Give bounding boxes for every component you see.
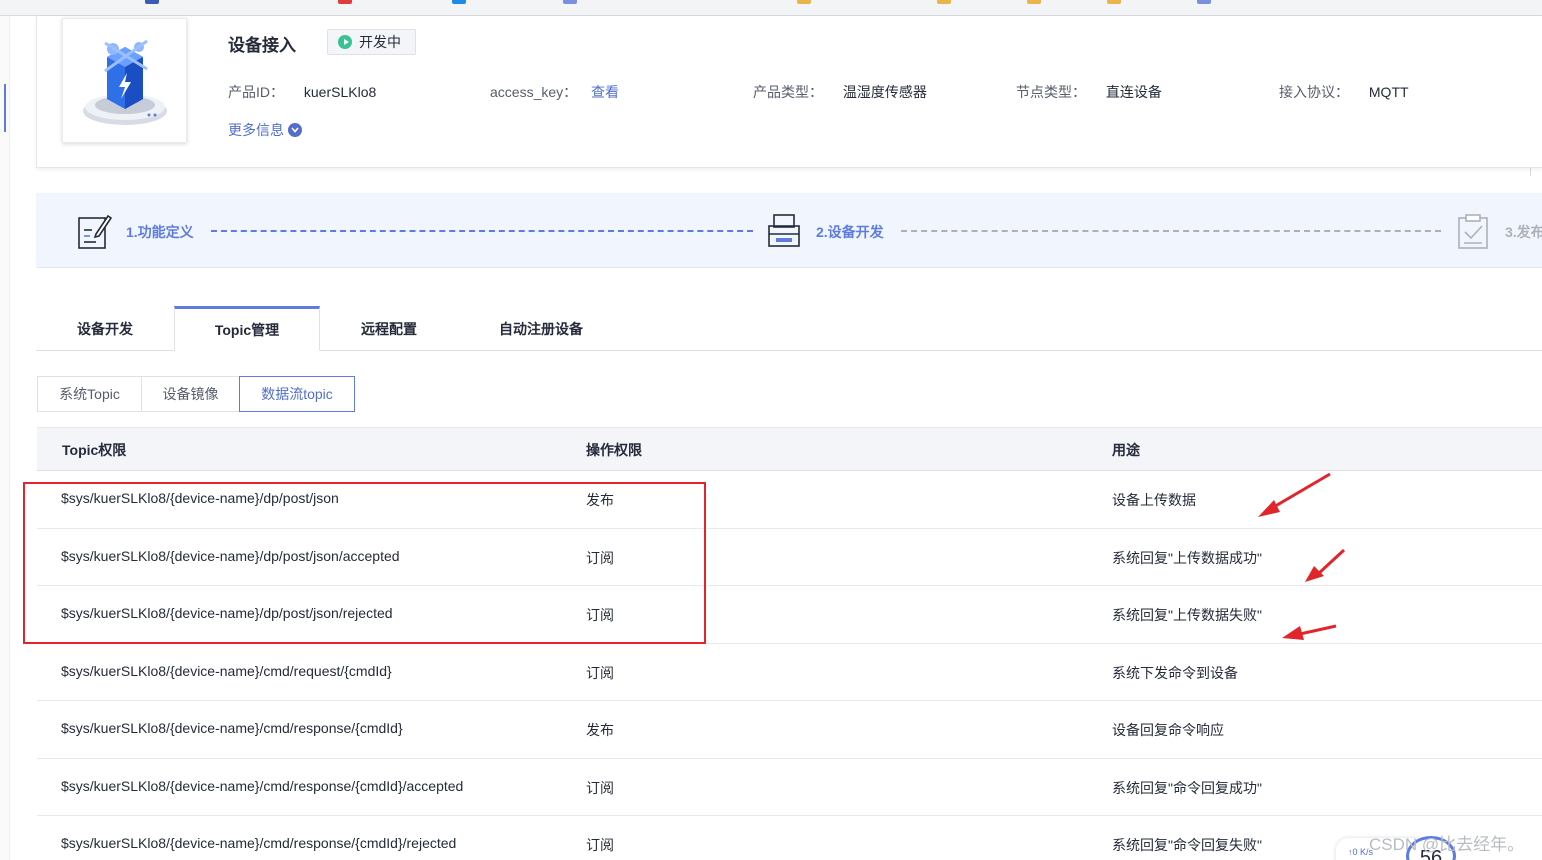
table-row-topic: $sys/kuerSLKlo8/{device-name}/cmd/respon…: [61, 835, 457, 851]
more-info-toggle[interactable]: 更多信息: [228, 120, 302, 140]
table-row-permission: 订阅: [586, 607, 614, 623]
access-key-view-link[interactable]: 查看: [591, 84, 619, 100]
red-arrow-icon: [1282, 624, 1337, 640]
left-nav-rail: [0, 16, 10, 860]
subtab-device-shadow[interactable]: 设备镜像: [141, 376, 240, 412]
status-badge-label: 开发中: [359, 34, 401, 50]
table-row-usage: 系统回复"上传数据失败": [1112, 607, 1262, 623]
subtab-datastream-topic[interactable]: 数据流topic: [239, 376, 355, 412]
page-title: 设备接入: [228, 36, 296, 55]
node-type-field: 节点类型： 直连设备: [1016, 82, 1162, 102]
product-id-value: kuerSLKlo8: [303, 84, 377, 100]
play-circle-icon: [338, 35, 352, 49]
table-row-divider: [37, 758, 1542, 759]
table-row-topic: $sys/kuerSLKlo8/{device-name}/cmd/respon…: [61, 720, 403, 736]
product-type-value: 温湿度传感器: [842, 84, 927, 100]
column-header-usage: 用途: [1112, 442, 1140, 458]
tab-auto-register[interactable]: 自动注册设备: [470, 306, 612, 351]
table-row-permission: 发布: [586, 722, 614, 738]
product-type-field: 产品类型： 温湿度传感器: [753, 82, 927, 102]
status-badge: 开发中: [327, 29, 416, 55]
browser-bookmarks-strip: [0, 0, 1542, 16]
table-row-topic: $sys/kuerSLKlo8/{device-name}/cmd/reques…: [61, 663, 392, 679]
access-key-label: access_key：: [490, 84, 578, 100]
table-row-usage: 系统回复"命令回复成功": [1112, 780, 1262, 796]
table-row-divider: [37, 815, 1542, 816]
table-row-permission: 发布: [586, 492, 614, 508]
topic-table-header: [37, 427, 1542, 471]
product-image: [62, 18, 187, 143]
access-key-field: access_key： 查看: [490, 82, 619, 102]
step-device-develop[interactable]: 2.设备开发: [816, 222, 884, 242]
protocol-value: MQTT: [1368, 84, 1409, 100]
step-publish[interactable]: 3.发布: [1505, 222, 1542, 242]
product-id-label: 产品ID：: [228, 84, 284, 100]
protocol-label: 接入协议：: [1279, 84, 1349, 100]
column-header-topic: Topic权限: [62, 442, 127, 458]
table-row-usage: 设备回复命令响应: [1112, 722, 1224, 738]
table-row-topic: $sys/kuerSLKlo8/{device-name}/dp/post/js…: [61, 490, 339, 506]
more-info-label: 更多信息: [228, 122, 284, 138]
step-connector-2: [901, 230, 1441, 232]
step-connector-1: [211, 230, 753, 232]
table-row-permission: 订阅: [586, 665, 614, 681]
node-type-label: 节点类型：: [1016, 84, 1086, 100]
device-3d-icon: [83, 39, 167, 125]
function-define-icon: [78, 214, 112, 249]
table-row-usage: 设备上传数据: [1112, 492, 1196, 508]
table-row-topic: $sys/kuerSLKlo8/{device-name}/dp/post/js…: [61, 548, 400, 564]
table-row-usage: 系统下发命令到设备: [1112, 665, 1238, 681]
column-header-permission: 操作权限: [586, 442, 642, 458]
table-row-permission: 订阅: [586, 780, 614, 796]
chevron-down-circle-icon: [288, 123, 302, 137]
table-row-divider: [37, 700, 1542, 701]
product-type-label: 产品类型：: [753, 84, 823, 100]
publish-icon: [1458, 214, 1488, 249]
tab-remote-config[interactable]: 远程配置: [320, 306, 458, 351]
tab-device-develop[interactable]: 设备开发: [36, 306, 174, 351]
table-row-usage: 系统回复"命令回复失败": [1112, 837, 1262, 853]
table-row-permission: 订阅: [586, 550, 614, 566]
red-arrow-icon: [1305, 548, 1346, 582]
node-type-value: 直连设备: [1105, 84, 1162, 100]
red-arrow-icon: [1258, 472, 1331, 517]
csdn-watermark: CSDN @比去经年。: [1369, 835, 1525, 854]
product-id-field: 产品ID： kuerSLKlo8: [228, 82, 376, 102]
subtab-system-topic[interactable]: 系统Topic: [37, 376, 142, 412]
table-row-topic: $sys/kuerSLKlo8/{device-name}/dp/post/js…: [61, 605, 393, 621]
step-function-define[interactable]: 1.功能定义: [126, 222, 194, 242]
tab-topic-management[interactable]: Topic管理: [174, 306, 320, 351]
table-row-permission: 订阅: [586, 837, 614, 853]
left-nav-active-marker: [4, 84, 6, 132]
table-row-divider: [37, 528, 1542, 529]
table-row-topic: $sys/kuerSLKlo8/{device-name}/cmd/respon…: [61, 778, 464, 794]
protocol-field: 接入协议： MQTT: [1279, 82, 1409, 102]
table-row-usage: 系统回复"上传数据成功": [1112, 550, 1262, 566]
device-develop-icon: [768, 214, 800, 247]
